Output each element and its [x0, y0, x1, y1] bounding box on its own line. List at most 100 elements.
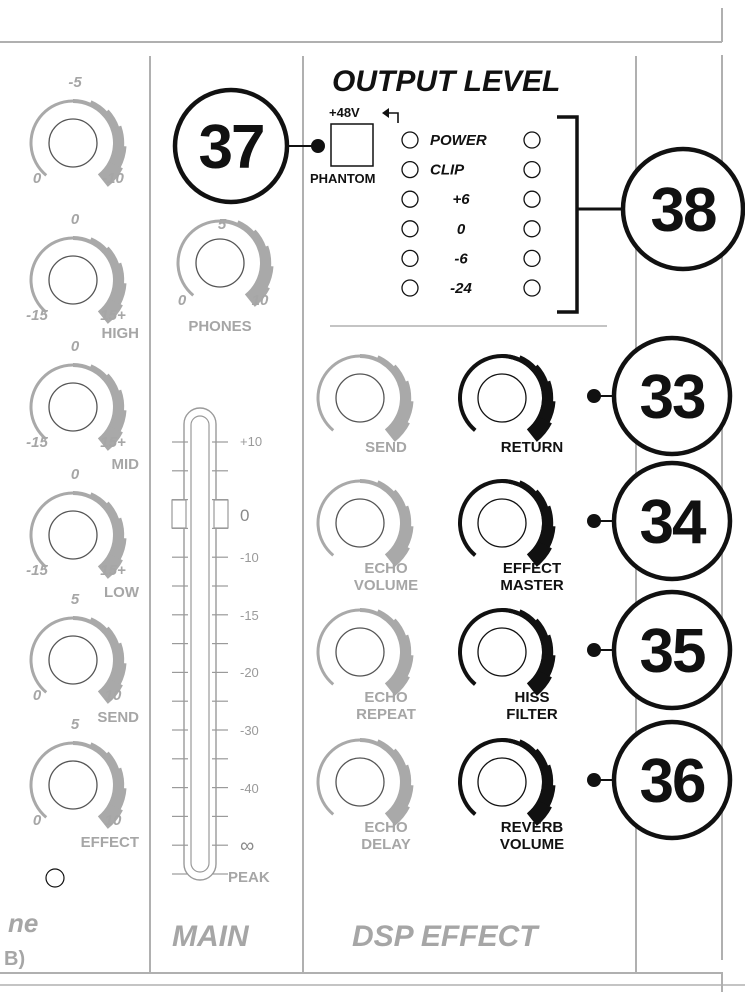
- knob-cap[interactable]: [48, 510, 98, 560]
- callout-number: 33: [640, 363, 705, 432]
- callout-number: 35: [640, 617, 705, 686]
- led-label: +6: [452, 191, 470, 208]
- dsp-right-knob-1: EFFECTMASTER 34: [458, 460, 733, 594]
- left-knob-0: -5 0 -10: [29, 74, 127, 187]
- knob-cap[interactable]: [335, 498, 385, 548]
- dsp-left-knob-0: SEND: [316, 354, 414, 456]
- led-left: [401, 220, 419, 238]
- dsp-right-dial[interactable]: [458, 354, 556, 442]
- dsp-left-dial[interactable]: [316, 738, 414, 826]
- left-knob-dial[interactable]: [29, 236, 127, 324]
- dsp-right-knob-0: RETURN 33: [458, 335, 733, 457]
- dsp-left-dial[interactable]: [316, 479, 414, 567]
- meter-label: -20: [240, 665, 259, 680]
- knob-left-scale: -15: [26, 307, 48, 324]
- dsp-left-label-2: VOLUME: [354, 577, 418, 594]
- left-partial-title: ne: [8, 908, 38, 938]
- knob-cap[interactable]: [195, 238, 245, 288]
- zero-mark-left: [171, 499, 187, 529]
- knob-cap[interactable]: [48, 255, 98, 305]
- led-left: [401, 131, 419, 149]
- led-row-0: POWER: [401, 131, 541, 149]
- phones-left-scale: 0: [178, 292, 187, 309]
- knob-right-scale: 15+: [100, 562, 126, 579]
- dsp-left-label-1: ECHO: [364, 689, 408, 706]
- dsp-right-label-2: VOLUME: [500, 836, 564, 853]
- led-left: [401, 249, 419, 268]
- left-knob-5: 5 0 10 EFFECT: [29, 716, 139, 851]
- knob-cap[interactable]: [48, 760, 98, 810]
- left-knob-dial[interactable]: [29, 616, 127, 704]
- left-knob-dial[interactable]: [29, 363, 127, 451]
- knob-left-scale: 0: [33, 170, 42, 187]
- phones-right-scale: 10: [252, 292, 269, 309]
- knob-cap[interactable]: [335, 373, 385, 423]
- dsp-left-knobs: SENDECHOVOLUMEECHOREPEATECHODELAY: [316, 354, 418, 853]
- knob-left-scale: -15: [26, 434, 48, 451]
- callout-number: 36: [640, 747, 705, 816]
- left-knob-dial[interactable]: [29, 99, 127, 187]
- knob-cap[interactable]: [477, 498, 527, 548]
- effect-led[interactable]: [45, 868, 65, 888]
- meter-label: 0: [240, 506, 249, 525]
- led-label: POWER: [430, 132, 487, 149]
- knob-label: HIGH: [102, 325, 140, 342]
- knob-cap[interactable]: [48, 635, 98, 685]
- knob-cap[interactable]: [48, 118, 98, 168]
- dsp-left-dial[interactable]: [316, 354, 414, 442]
- left-knob-3: 0 -15 15+ LOW: [26, 466, 140, 601]
- knob-cap[interactable]: [335, 627, 385, 677]
- dsp-left-label-1: ECHO: [364, 560, 408, 577]
- led-right: [523, 220, 541, 238]
- knob-right-scale: 15+: [100, 434, 126, 451]
- dsp-right-dial[interactable]: [458, 479, 556, 567]
- led-right: [523, 190, 541, 208]
- knob-top-scale: 0: [71, 466, 80, 483]
- led-label: CLIP: [430, 162, 465, 179]
- led-right: [523, 131, 541, 149]
- level-meter: +10 0 -10 -15 -20 -30 -40 ∞ PEAK: [171, 407, 270, 886]
- knob-top-scale: -5: [68, 74, 82, 91]
- mixer-panel-diagram: -50 -100-15 15+HIGH0-15 15+MID0-15 15+LOW50 1…: [0, 8, 745, 992]
- knob-left-scale: 0: [33, 687, 42, 704]
- left-knob-1: 0 -15 15+HIGH: [26, 211, 139, 342]
- phantom-button[interactable]: [330, 123, 374, 167]
- dsp-right-label-2: MASTER: [500, 577, 564, 594]
- dsp-left-label-2: DELAY: [361, 836, 410, 853]
- knob-cap[interactable]: [48, 382, 98, 432]
- meter-label: ∞: [240, 835, 254, 857]
- phones-knob-group: 5 0 10PHONES: [176, 216, 274, 335]
- left-knob-2: 0 -15 15+ MID: [26, 338, 139, 473]
- callout-38-number: 38: [651, 176, 716, 245]
- meter-label: -10: [240, 550, 259, 565]
- output-level-leds: POWER CLIP +6 0 -6 -24: [401, 131, 541, 297]
- left-knob-dial[interactable]: [29, 741, 127, 829]
- left-knob-dial[interactable]: [29, 491, 127, 579]
- meter-label: -40: [240, 781, 259, 796]
- led-row-2: +6: [401, 190, 541, 208]
- knob-right-scale: 10: [105, 812, 122, 829]
- knob-cap[interactable]: [335, 757, 385, 807]
- peak-label: PEAK: [228, 869, 270, 886]
- knob-left-scale: -15: [26, 562, 48, 579]
- dsp-left-dial[interactable]: [316, 608, 414, 696]
- dsp-left-label-2: REPEAT: [356, 706, 416, 723]
- led-row-5: -24: [401, 279, 541, 297]
- arrow-head-icon: [382, 108, 389, 118]
- knob-top-scale: 0: [71, 338, 80, 355]
- led-right: [523, 160, 541, 179]
- dsp-right-dial[interactable]: [458, 608, 556, 696]
- knob-cap[interactable]: [477, 627, 527, 677]
- main-section-title: MAIN: [172, 920, 250, 953]
- dsp-left-knob-1: ECHOVOLUME: [316, 479, 418, 594]
- knob-cap[interactable]: [477, 757, 527, 807]
- knob-cap[interactable]: [477, 373, 527, 423]
- callout-number: 34: [640, 488, 707, 557]
- led-right: [523, 279, 541, 297]
- meter-label: -15: [240, 608, 259, 623]
- output-level-title: OUTPUT LEVEL: [332, 65, 560, 98]
- dsp-right-dial[interactable]: [458, 738, 556, 826]
- dsp-right-label-2: FILTER: [506, 706, 558, 723]
- callout-33: 33: [587, 335, 733, 457]
- dsp-left-knob-3: ECHODELAY: [316, 738, 414, 853]
